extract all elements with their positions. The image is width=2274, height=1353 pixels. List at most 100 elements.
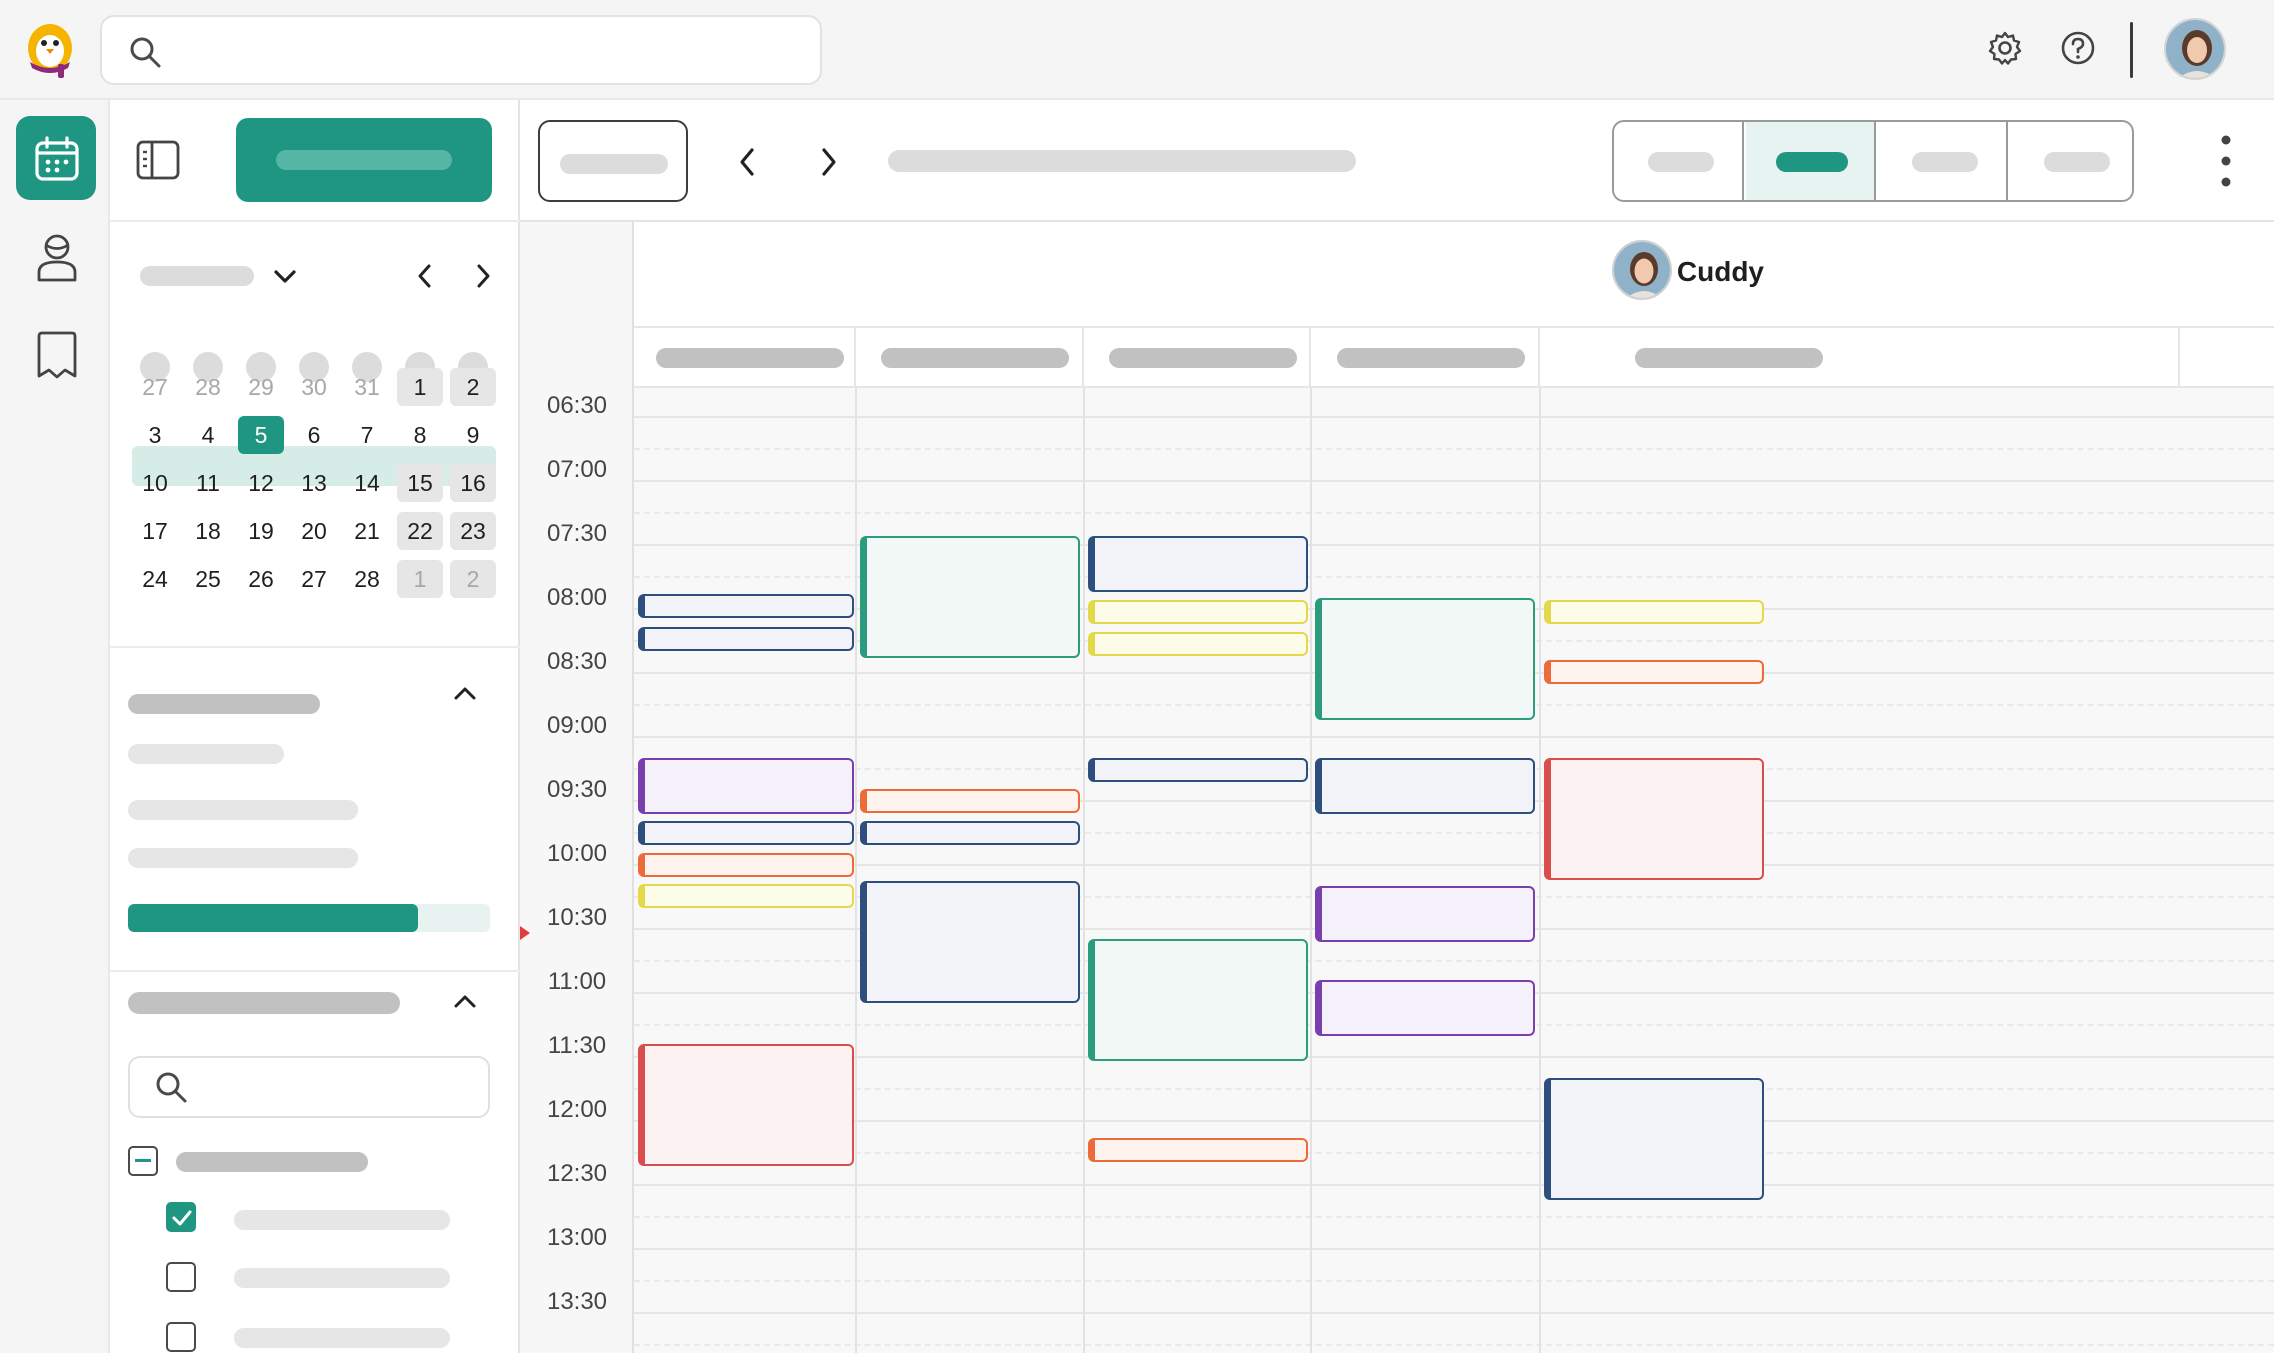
filter-search-input[interactable]: [128, 1056, 490, 1118]
chevron-up-icon[interactable]: [450, 986, 480, 1021]
appointment-block[interactable]: [1315, 758, 1535, 814]
appointment-block[interactable]: [1315, 598, 1535, 720]
select-all-checkbox[interactable]: [128, 1146, 158, 1176]
calendar-day[interactable]: 11: [185, 464, 231, 502]
filter-checkbox[interactable]: [166, 1202, 196, 1232]
penguin-logo-icon[interactable]: [18, 18, 82, 82]
calendar-day[interactable]: 25: [185, 560, 231, 598]
appointment-block[interactable]: [1544, 600, 1764, 624]
calendar-day[interactable]: 16: [450, 464, 496, 502]
calendar-day[interactable]: 2: [450, 368, 496, 406]
appointment-block[interactable]: [1315, 980, 1535, 1036]
chevron-right-icon[interactable]: [810, 140, 846, 184]
global-search-input[interactable]: [100, 15, 822, 85]
calendar-day[interactable]: 10: [132, 464, 178, 502]
calendar-day[interactable]: 12: [238, 464, 284, 502]
sidebar-toggle-icon[interactable]: [136, 140, 180, 185]
nav-calendar-button[interactable]: [16, 116, 96, 200]
calendar-day[interactable]: 7: [344, 416, 390, 454]
appointment-block[interactable]: [1544, 1078, 1764, 1200]
calendar-day[interactable]: 1: [397, 368, 443, 406]
day-column-header[interactable]: [634, 328, 856, 388]
appointment-block[interactable]: [638, 821, 854, 845]
appointment-block[interactable]: [638, 853, 854, 877]
calendar-day[interactable]: 8: [397, 416, 443, 454]
today-button[interactable]: [538, 120, 688, 202]
divider: [110, 970, 520, 972]
more-options-icon[interactable]: [2208, 130, 2244, 192]
appointment-block[interactable]: [638, 627, 854, 651]
appointment-block[interactable]: [860, 821, 1080, 845]
calendar-day[interactable]: 1: [397, 560, 443, 598]
appointment-block[interactable]: [1315, 886, 1535, 942]
calendar-day[interactable]: 3: [132, 416, 178, 454]
button-label-placeholder: [276, 150, 452, 170]
day-column-header[interactable]: [1084, 328, 1311, 388]
view-list-button[interactable]: [2010, 122, 2132, 200]
day-column-header[interactable]: [856, 328, 1084, 388]
appointment-block[interactable]: [638, 884, 854, 908]
calendar-day[interactable]: 14: [344, 464, 390, 502]
column-divider: [1539, 388, 1541, 1353]
calendar-day[interactable]: 15: [397, 464, 443, 502]
appointment-block[interactable]: [1544, 758, 1764, 880]
calendar-day[interactable]: 22: [397, 512, 443, 550]
calendar-day[interactable]: 30: [291, 368, 337, 406]
appointment-block[interactable]: [1088, 600, 1308, 624]
calendar-day[interactable]: 31: [344, 368, 390, 406]
day-column-header[interactable]: [1311, 328, 1540, 388]
calendar-day[interactable]: 26: [238, 560, 284, 598]
filter-checkbox[interactable]: [166, 1262, 196, 1292]
appointment-block[interactable]: [638, 1044, 854, 1166]
calendar-day[interactable]: 18: [185, 512, 231, 550]
appointment-block[interactable]: [638, 758, 854, 814]
appointment-block[interactable]: [860, 536, 1080, 658]
calendar-day[interactable]: 17: [132, 512, 178, 550]
nav-notes-button[interactable]: [16, 314, 96, 398]
day-column-header[interactable]: [1540, 328, 2180, 388]
calendar-day[interactable]: 28: [344, 560, 390, 598]
appointment-block[interactable]: [1088, 1138, 1308, 1162]
appointment-block[interactable]: [1544, 660, 1764, 684]
chevron-down-icon[interactable]: [270, 262, 300, 297]
help-icon[interactable]: [2058, 28, 2098, 68]
view-week-button[interactable]: [1746, 122, 1876, 200]
appointment-block[interactable]: [1088, 939, 1308, 1061]
grid-line: [634, 448, 2274, 450]
new-appointment-button[interactable]: [236, 118, 492, 202]
chevron-up-icon[interactable]: [450, 678, 480, 713]
calendar-day[interactable]: 2: [450, 560, 496, 598]
view-month-button[interactable]: [1878, 122, 2008, 200]
avatar[interactable]: [2164, 18, 2226, 80]
view-day-button[interactable]: [1614, 122, 1744, 200]
chevron-right-icon[interactable]: [468, 260, 498, 297]
calendar-day[interactable]: 24: [132, 560, 178, 598]
filter-checkbox[interactable]: [166, 1322, 196, 1352]
appointment-block[interactable]: [1088, 758, 1308, 782]
calendar-day[interactable]: 5: [238, 416, 284, 454]
chevron-left-icon[interactable]: [730, 140, 766, 184]
appointment-block[interactable]: [860, 789, 1080, 813]
appointment-block[interactable]: [1088, 632, 1308, 656]
time-grid[interactable]: [520, 388, 2274, 1353]
calendar-day[interactable]: 28: [185, 368, 231, 406]
appointment-block[interactable]: [1088, 536, 1308, 592]
avatar[interactable]: [1612, 240, 1672, 300]
calendar-day[interactable]: 4: [185, 416, 231, 454]
calendar-day[interactable]: 27: [132, 368, 178, 406]
grid-line: [634, 1248, 2274, 1250]
calendar-day[interactable]: 9: [450, 416, 496, 454]
calendar-day[interactable]: 6: [291, 416, 337, 454]
calendar-day[interactable]: 13: [291, 464, 337, 502]
calendar-day[interactable]: 27: [291, 560, 337, 598]
chevron-left-icon[interactable]: [410, 260, 440, 297]
calendar-day[interactable]: 21: [344, 512, 390, 550]
gear-icon[interactable]: [1985, 28, 2025, 68]
appointment-block[interactable]: [638, 594, 854, 618]
calendar-day[interactable]: 29: [238, 368, 284, 406]
calendar-day[interactable]: 20: [291, 512, 337, 550]
calendar-day[interactable]: 19: [238, 512, 284, 550]
nav-patients-button[interactable]: [16, 216, 96, 300]
calendar-day[interactable]: 23: [450, 512, 496, 550]
appointment-block[interactable]: [860, 881, 1080, 1003]
